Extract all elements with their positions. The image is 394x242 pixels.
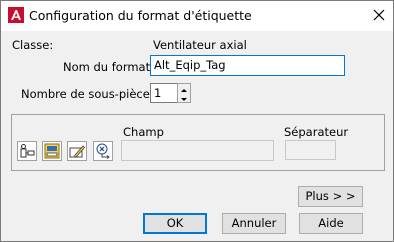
edit-pencil-icon[interactable] (67, 141, 87, 161)
separator-label: Séparateur (284, 125, 349, 139)
spin-down-icon[interactable] (178, 93, 190, 102)
window-title: Configuration du format d'étiquette (29, 8, 252, 23)
close-icon[interactable] (369, 5, 389, 25)
class-label: Classe: (12, 38, 54, 52)
format-name-input[interactable]: Alt_Eqip_Tag (150, 55, 345, 76)
expression-icon[interactable] (93, 141, 113, 161)
help-button[interactable]: Aide (299, 213, 363, 234)
spin-up-icon[interactable] (178, 84, 190, 93)
autocad-logo-icon (8, 7, 24, 23)
insert-field-icon[interactable] (17, 141, 37, 161)
title-bar: Configuration du format d'étiquette (1, 1, 393, 31)
subparts-input[interactable]: 1 (150, 83, 178, 103)
ok-button[interactable]: OK (143, 213, 207, 234)
label-format-dialog: Configuration du format d'étiquette Clas… (0, 0, 394, 242)
format-name-label: Nom du format: (63, 60, 154, 74)
separator-input[interactable] (285, 140, 336, 160)
field-input[interactable] (121, 140, 274, 161)
subparts-label: Nombre de sous-pièces: (21, 87, 160, 101)
class-value: Ventilateur axial (153, 38, 247, 52)
edit-text-icon[interactable] (42, 141, 62, 161)
subparts-stepper[interactable] (177, 83, 191, 103)
cancel-button[interactable]: Annuler (222, 213, 286, 234)
more-button[interactable]: Plus > > (298, 186, 363, 207)
field-label: Champ (123, 125, 164, 139)
format-name-value: Alt_Eqip_Tag (154, 58, 226, 72)
subparts-value: 1 (154, 86, 162, 100)
